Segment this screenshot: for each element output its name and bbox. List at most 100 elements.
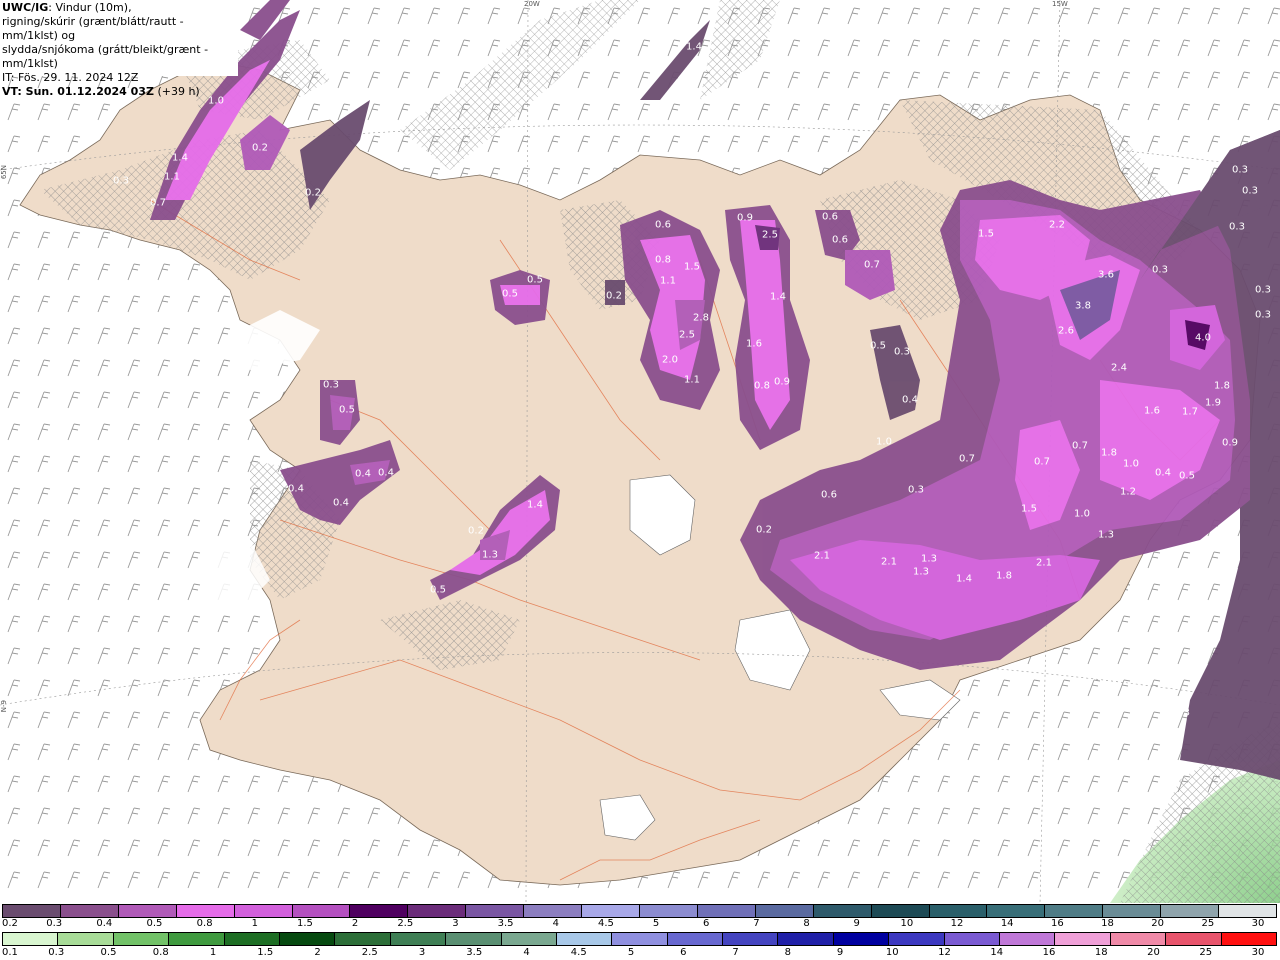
precip-value: 2.5 <box>762 229 778 241</box>
legend-label: 9 <box>853 918 860 929</box>
legend-swatch <box>292 905 351 917</box>
precip-value: 0.2 <box>468 525 484 537</box>
legend-swatch <box>224 933 280 945</box>
legend-label: 12 <box>938 947 951 958</box>
weather-map[interactable]: 20W 15W 65N N-9 0.2 1.4 1.0 0.2 1.4 1.1 0.3 0.7… <box>0 0 1280 903</box>
legend-label: 7 <box>753 918 760 929</box>
precip-value: 1.4 <box>527 499 543 511</box>
legend-label: 3 <box>418 947 426 958</box>
legend-swatch <box>1161 905 1220 917</box>
legend-label: 8 <box>803 918 810 929</box>
precip-value: 1.4 <box>172 152 188 164</box>
precip-value: 1.8 <box>1101 447 1117 459</box>
legend-swatch <box>3 933 59 945</box>
legend-swatch <box>582 905 640 917</box>
legend-swatch <box>118 905 177 917</box>
legend-label: 16 <box>1042 947 1056 958</box>
legend-swatch <box>1055 933 1111 945</box>
precip-value: 1.8 <box>996 570 1012 582</box>
precip-value: 0.7 <box>150 197 166 209</box>
precip-value: 0.3 <box>1174 707 1190 719</box>
legend-label: 0.5 <box>100 947 117 958</box>
map-canvas <box>0 0 1280 903</box>
legend-swatch <box>1166 933 1222 945</box>
precip-value: 0.3 <box>113 175 129 187</box>
legend-label: 6 <box>703 918 710 929</box>
legend-swatch <box>944 933 1001 945</box>
precip-value: 1.5 <box>978 228 994 240</box>
legend-label: 14 <box>1000 918 1014 929</box>
legend-swatch <box>723 933 779 945</box>
precip-value: 1.3 <box>1098 529 1114 541</box>
precip-value: 0.5 <box>430 584 446 596</box>
legend-label: 3.5 <box>466 947 483 958</box>
precip-value: 0.3 <box>894 346 910 358</box>
legend-label: 25 <box>1201 918 1215 929</box>
init-time: IT: Fös. 29. 11. 2024 12Z <box>2 71 139 84</box>
precip-value: 2.1 <box>814 550 830 562</box>
precip-value: 0.7 <box>1034 456 1050 468</box>
precip-value: 0.3 <box>1232 164 1248 176</box>
precip-value: 0.6 <box>832 234 848 246</box>
legend-label: 18 <box>1094 947 1108 958</box>
precip-value: 0.3 <box>323 379 339 391</box>
latitude-label-65n: 65N <box>0 165 8 180</box>
precip-value: 0.6 <box>821 489 837 501</box>
legend-label: 8 <box>784 947 791 958</box>
legend-label: 30 <box>1251 918 1265 929</box>
precip-value: 0.2 <box>606 290 622 302</box>
legend-label: 4.5 <box>570 947 587 958</box>
legend-swatch <box>3 905 61 917</box>
legend-swatch <box>755 905 814 917</box>
precip-value: 0.4 <box>1155 467 1171 479</box>
legend-swatch <box>390 933 447 945</box>
legend-label: 1 <box>251 918 258 929</box>
precip-value: 0.9 <box>774 376 790 388</box>
legend-label: 0.5 <box>146 918 163 929</box>
precip-value: 0.5 <box>1179 470 1195 482</box>
legend-swatch <box>833 933 890 945</box>
precip-value: 1.4 <box>686 41 702 53</box>
legend-swatch <box>1219 905 1277 917</box>
legend-label: 10 <box>900 918 914 929</box>
precip-value: 0.3 <box>908 484 924 496</box>
legend-swatch <box>1110 933 1167 945</box>
legend-swatch <box>466 905 525 917</box>
legend-swatch <box>408 905 467 917</box>
legend-swatch <box>501 933 557 945</box>
precip-value: 1.6 <box>1144 405 1160 417</box>
legend-label: 12 <box>950 918 964 929</box>
precip-value: 0.2 <box>756 524 772 536</box>
legend-swatch <box>350 905 409 917</box>
legend-label: 2.5 <box>361 947 378 958</box>
precip-value: 1.6 <box>746 338 762 350</box>
legend-label: 6 <box>680 947 687 958</box>
legend-swatch <box>1000 933 1056 945</box>
precip-value: 3.6 <box>1098 269 1114 281</box>
legend-label: 0.4 <box>96 918 113 929</box>
precip-value: 0.8 <box>754 380 770 392</box>
legend-label: 25 <box>1199 947 1213 958</box>
legend-swatch <box>1221 933 1277 945</box>
legend-label: 0.3 <box>46 918 63 929</box>
legend-swatch <box>697 905 756 917</box>
precip-value: 0.3 <box>1255 309 1271 321</box>
info-panel: UWC/IG: Vindur (10m), rigning/skúrir (gr… <box>0 0 238 98</box>
legend-swatch <box>639 905 698 917</box>
precip-value: 1.0 <box>1074 508 1090 520</box>
precip-value: 0.4 <box>333 497 349 509</box>
legend-swatch <box>176 905 235 917</box>
description-line-3: slydda/snjókoma (grátt/bleikt/grænt - mm… <box>2 43 209 70</box>
legend-label: 1.5 <box>297 918 313 929</box>
legend-label: 9 <box>836 947 844 958</box>
legend-label: 30 <box>1251 947 1265 958</box>
legend-label: 0.8 <box>196 918 213 929</box>
legend-label: 3 <box>452 918 459 929</box>
forecast-offset: (+39 h) <box>157 85 200 98</box>
legend-swatch <box>813 905 872 917</box>
legend-label: 2.5 <box>397 918 414 929</box>
precip-value: 0.5 <box>339 404 355 416</box>
precip-value: 0.4 <box>288 483 304 495</box>
precip-value: 1.1 <box>684 374 700 386</box>
legend-swatch <box>889 933 945 945</box>
